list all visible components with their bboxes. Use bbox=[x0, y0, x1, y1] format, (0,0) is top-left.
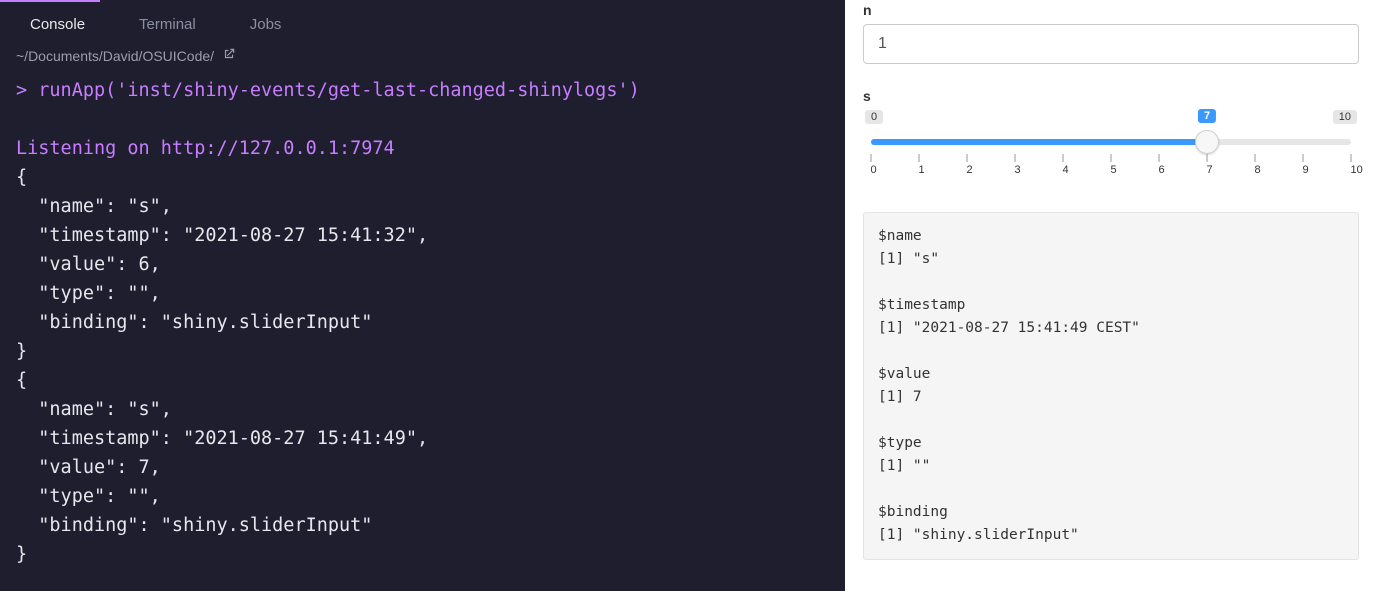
console-tabs: Console Terminal Jobs bbox=[0, 2, 845, 43]
tab-jobs[interactable]: Jobs bbox=[250, 16, 282, 33]
slider-tick: 10 bbox=[1351, 154, 1352, 176]
listening-line: Listening on http://127.0.0.1:7974 bbox=[16, 138, 395, 159]
n-input[interactable] bbox=[863, 24, 1359, 64]
slider-tick: 0 bbox=[871, 154, 872, 176]
slider-tick: 2 bbox=[967, 154, 968, 176]
slider-handle[interactable] bbox=[1195, 130, 1219, 154]
slider-min-label: 0 bbox=[865, 110, 883, 124]
slider-tick-label: 8 bbox=[1255, 164, 1256, 176]
slider-tick-label: 0 bbox=[871, 164, 872, 176]
r-output-box: $name [1] "s" $timestamp [1] "2021-08-27… bbox=[863, 212, 1359, 560]
s-label: s bbox=[863, 88, 1359, 104]
tab-terminal[interactable]: Terminal bbox=[139, 16, 196, 33]
slider-tick-label: 7 bbox=[1207, 164, 1208, 176]
last-command: runApp('inst/shiny-events/get-last-chang… bbox=[38, 80, 639, 101]
slider-tick: 8 bbox=[1255, 154, 1256, 176]
n-label: n bbox=[863, 2, 1359, 18]
active-tab-indicator bbox=[0, 0, 845, 2]
slider-tick-label: 2 bbox=[967, 164, 968, 176]
slider-max-label: 10 bbox=[1333, 110, 1357, 124]
s-slider-group: s 0 10 7 0 1 2 3 4 5 6 7 8 9 10 bbox=[863, 86, 1359, 182]
working-directory-row: ~/Documents/David/OSUICode/ bbox=[0, 43, 845, 72]
slider-tick-label: 6 bbox=[1159, 164, 1160, 176]
open-external-icon[interactable] bbox=[222, 47, 236, 64]
slider-tick-label: 3 bbox=[1015, 164, 1016, 176]
slider-tick-label: 9 bbox=[1303, 164, 1304, 176]
slider-fill bbox=[871, 139, 1207, 145]
slider-tick: 9 bbox=[1303, 154, 1304, 176]
slider-tick: 6 bbox=[1159, 154, 1160, 176]
shiny-app-panel: n s 0 10 7 0 1 2 3 4 5 6 7 8 9 10 $name [1] "s" $t… bbox=[845, 0, 1377, 591]
console-json-output: { "name": "s", "timestamp": "2021-08-27 … bbox=[16, 167, 428, 565]
slider-tick: 5 bbox=[1111, 154, 1112, 176]
slider-range-labels: 0 10 bbox=[863, 110, 1359, 124]
slider-tick: 7 bbox=[1207, 154, 1208, 176]
working-directory-path[interactable]: ~/Documents/David/OSUICode/ bbox=[16, 48, 214, 64]
slider-ticks: 0 1 2 3 4 5 6 7 8 9 10 bbox=[871, 154, 1351, 182]
console-output[interactable]: > runApp('inst/shiny-events/get-last-cha… bbox=[0, 72, 845, 591]
slider-tick-label: 1 bbox=[919, 164, 920, 176]
slider-tick-label: 5 bbox=[1111, 164, 1112, 176]
prompt-symbol: > bbox=[16, 80, 27, 101]
slider-value-bubble: 7 bbox=[1198, 109, 1216, 123]
slider-tick: 1 bbox=[919, 154, 920, 176]
slider-tick: 4 bbox=[1063, 154, 1064, 176]
slider-tick-label: 10 bbox=[1351, 164, 1352, 176]
slider-tick-label: 4 bbox=[1063, 164, 1064, 176]
console-panel: Console Terminal Jobs ~/Documents/David/… bbox=[0, 0, 845, 591]
tab-console[interactable]: Console bbox=[30, 16, 85, 33]
slider-tick: 3 bbox=[1015, 154, 1016, 176]
s-slider[interactable]: 7 bbox=[871, 132, 1351, 150]
